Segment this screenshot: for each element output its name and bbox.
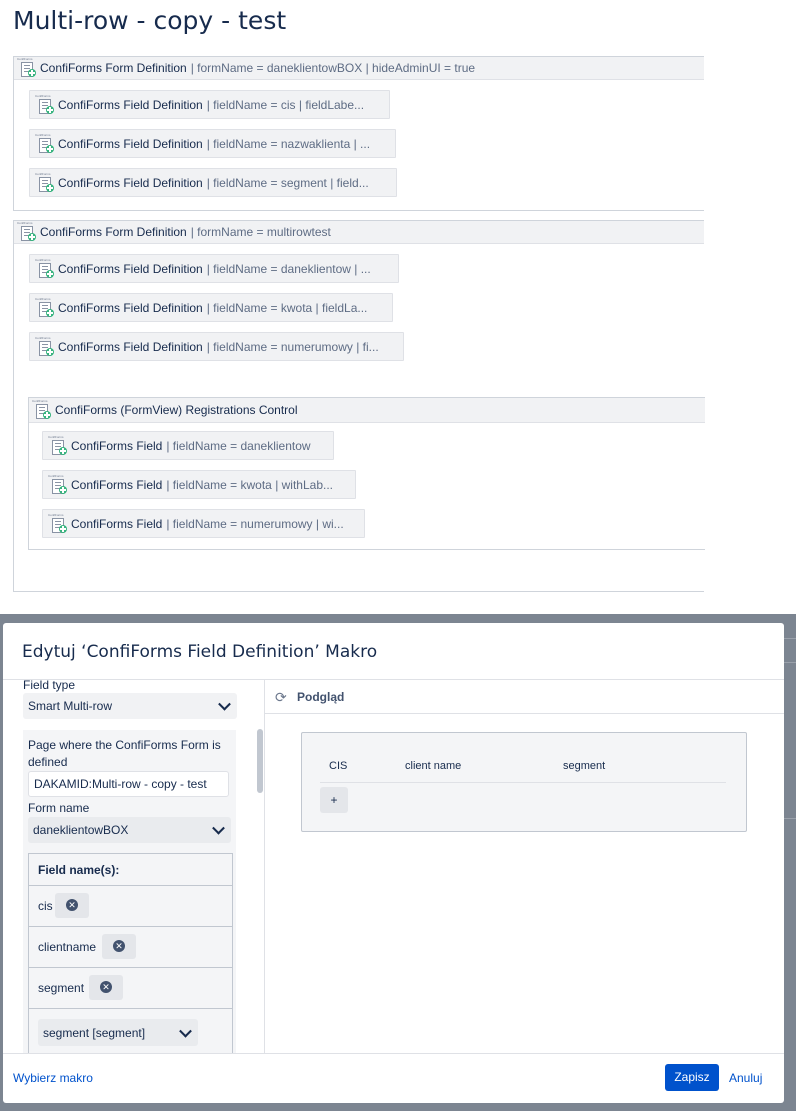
confiforms-field-macro[interactable]: ConfiForms ConfiForms Field | fieldName … <box>42 431 334 460</box>
confiforms-macro-icon: ConfiForms <box>34 172 56 194</box>
multirow-preview: CIS client name segment + <box>301 732 747 832</box>
macro-parameters-pane[interactable]: Field type Smart Multi-row Page where th… <box>3 680 265 1053</box>
add-row-button[interactable]: + <box>320 787 348 813</box>
remove-field-button[interactable]: ✕ <box>89 975 123 1000</box>
registrations-control-macro[interactable]: ConfiForms ConfiForms (FormView) Registr… <box>28 397 705 550</box>
header-divider <box>320 782 726 783</box>
confiforms-macro-icon: ConfiForms <box>34 133 56 155</box>
field-name-row: cis ✕ <box>29 886 232 927</box>
backdrop-divider <box>784 818 796 819</box>
column-header-client-name: client name <box>405 760 462 772</box>
preview-pane: ⟳ Podgląd CIS client name segment + <box>265 680 784 1053</box>
remove-circle-icon: ✕ <box>113 940 125 952</box>
field-type-value: Smart Multi-row <box>28 699 113 713</box>
form-definition-macro-2[interactable]: ConfiForms ConfiForms Form Definition | … <box>13 220 705 592</box>
field-type-label: Field type <box>23 680 76 692</box>
page-input[interactable]: DAKAMID:Multi-row - copy - test <box>28 771 229 797</box>
confiforms-macro-icon: ConfiForms <box>31 399 53 421</box>
confiforms-macro-icon: ConfiForms <box>16 57 38 79</box>
confiforms-macro-icon: ConfiForms <box>34 258 56 280</box>
remove-field-button[interactable]: ✕ <box>102 934 136 959</box>
field-name-value: clientname <box>38 940 97 954</box>
save-button[interactable]: Zapisz <box>665 1064 719 1091</box>
field-definition-macro[interactable]: ConfiForms ConfiForms Field Definition |… <box>29 293 393 322</box>
confiforms-field-macro[interactable]: ConfiForms ConfiForms Field | fieldName … <box>42 509 365 538</box>
select-macro-link[interactable]: Wybierz makro <box>13 1071 93 1085</box>
confiforms-macro-icon: ConfiForms <box>34 336 56 358</box>
field-name-value: segment <box>38 981 85 995</box>
dialog-footer: Wybierz makro Zapisz Anuluj <box>3 1053 784 1103</box>
macro-edit-dialog: Edytuj ‘ConfiForms Field Definition’ Mak… <box>3 623 784 1103</box>
registrations-control-header[interactable]: ConfiForms ConfiForms (FormView) Registr… <box>29 398 705 423</box>
page-label: Page where the ConfiForms Form is define… <box>28 738 221 769</box>
form-definition-macro-1[interactable]: ConfiForms ConfiForms Form Definition | … <box>13 56 704 211</box>
macro-params: | formName = daneklientowBOX | hideAdmin… <box>190 61 476 75</box>
confiforms-field-macro[interactable]: ConfiForms ConfiForms Field | fieldName … <box>42 470 356 499</box>
remove-field-button[interactable]: ✕ <box>55 893 89 918</box>
page-title: Multi-row - copy - test <box>13 6 287 35</box>
field-name-row: segment ✕ <box>29 968 232 1009</box>
form-definition-header-1[interactable]: ConfiForms ConfiForms Form Definition | … <box>14 57 704 80</box>
preview-label: Podgląd <box>297 689 345 704</box>
confiforms-macro-icon: ConfiForms <box>47 435 69 457</box>
backdrop-divider <box>784 638 796 639</box>
remove-circle-icon: ✕ <box>66 899 78 911</box>
confiforms-macro-icon: ConfiForms <box>34 297 56 319</box>
field-definition-macro[interactable]: ConfiForms ConfiForms Field Definition |… <box>29 332 404 361</box>
macro-name: ConfiForms Form Definition <box>40 61 187 75</box>
scrollbar-thumb[interactable] <box>257 729 263 793</box>
field-name-select[interactable]: segment [segment] <box>38 1019 198 1046</box>
field-select-value: segment [segment] <box>43 1025 146 1040</box>
field-type-select[interactable]: Smart Multi-row <box>23 693 237 719</box>
column-header-segment: segment <box>563 760 606 772</box>
field-name-value: cis <box>38 899 53 913</box>
form-name-label: Form name <box>28 801 90 815</box>
confiforms-macro-icon: ConfiForms <box>34 94 56 116</box>
form-name-select[interactable]: daneklientowBOX <box>28 817 231 843</box>
chevron-down-icon <box>179 1024 192 1038</box>
cancel-button[interactable]: Anuluj <box>729 1071 762 1085</box>
confiforms-macro-icon: ConfiForms <box>47 513 69 535</box>
form-name-value: daneklientowBOX <box>33 823 129 837</box>
preview-header: ⟳ Podgląd <box>265 680 784 714</box>
chevron-down-icon <box>212 821 225 835</box>
confiforms-macro-icon: ConfiForms <box>47 474 69 496</box>
chevron-down-icon <box>218 697 231 711</box>
form-definition-header-2[interactable]: ConfiForms ConfiForms Form Definition | … <box>14 221 704 244</box>
column-header-cis: CIS <box>329 760 348 772</box>
field-definition-macro[interactable]: ConfiForms ConfiForms Field Definition |… <box>29 129 396 158</box>
confiforms-macro-icon: ConfiForms <box>16 221 38 243</box>
remove-circle-icon: ✕ <box>100 981 112 993</box>
field-names-table: Field name(s): cis ✕ clientname ✕ segmen… <box>28 853 233 1053</box>
refresh-icon[interactable]: ⟳ <box>275 690 289 704</box>
dialog-title: Edytuj ‘ConfiForms Field Definition’ Mak… <box>22 642 378 662</box>
field-names-header: Field name(s): <box>29 854 232 886</box>
field-definition-macro[interactable]: ConfiForms ConfiForms Field Definition |… <box>29 168 397 197</box>
field-name-add-row: segment [segment] <box>29 1009 232 1053</box>
field-name-row: clientname ✕ <box>29 927 232 968</box>
field-definition-macro[interactable]: ConfiForms ConfiForms Field Definition |… <box>29 254 399 283</box>
backdrop-divider <box>784 662 796 663</box>
field-definition-macro[interactable]: ConfiForms ConfiForms Field Definition |… <box>29 90 390 119</box>
